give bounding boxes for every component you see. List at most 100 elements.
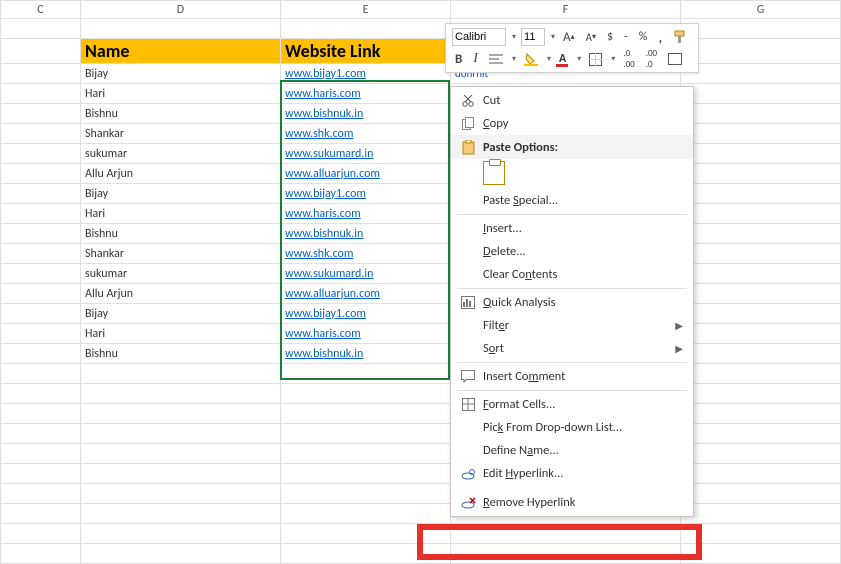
ctx-define-name[interactable]: Define Name... (451, 439, 693, 462)
cell-link[interactable]: www.shk.com (281, 244, 451, 264)
cell-link[interactable]: www.alluarjun.com (281, 284, 451, 304)
size-dropdown-icon[interactable]: ▾ (551, 32, 555, 42)
col-header-g[interactable]: G (681, 1, 841, 19)
table-row[interactable]: Bijaywww.bijay1.comdonrhit (1, 64, 841, 84)
borders-button[interactable] (586, 50, 605, 68)
spreadsheet-grid[interactable]: C D E F G NameWebsite LinkBijaywww.bijay… (0, 0, 841, 564)
cell-name[interactable]: Bijay (81, 184, 281, 204)
font-color-button[interactable]: A (556, 50, 571, 68)
table-row[interactable]: Hariwww.haris.com (1, 324, 841, 344)
table-row[interactable]: Bijaywww.bijay1.com (1, 184, 841, 204)
font-select[interactable] (452, 28, 506, 46)
table-row[interactable]: Bishnuwww.bishnuk.in (1, 104, 841, 124)
column-headers[interactable]: C D E F G (1, 1, 841, 19)
ctx-sort[interactable]: Sort ▶ (451, 337, 693, 360)
cell-name[interactable]: Bijay (81, 304, 281, 324)
cell-link[interactable]: www.sukumard.in (281, 144, 451, 164)
percent-button[interactable]: % (636, 28, 651, 46)
ctx-format-cells[interactable]: Format Cells... (451, 393, 693, 416)
cell-link[interactable]: www.haris.com (281, 84, 451, 104)
ctx-remove-hyperlink[interactable]: Remove Hyperlink (451, 491, 693, 514)
ctx-delete[interactable]: Delete... (451, 240, 693, 263)
separator-dash: - (621, 28, 631, 46)
ctx-edit-hyperlink[interactable]: Edit Hyperlink... (451, 462, 693, 485)
ctx-separator (457, 362, 687, 363)
ctx-clear[interactable]: Clear Contents (451, 263, 693, 286)
cell-name[interactable]: Shankar (81, 244, 281, 264)
table-row[interactable]: Bishnuwww.bishnuk.in (1, 224, 841, 244)
table-row[interactable]: Bishnuwww.bishnuk.in (1, 344, 841, 364)
cell-link[interactable]: www.haris.com (281, 204, 451, 224)
table-row[interactable]: Hariwww.haris.com (1, 204, 841, 224)
cell-name[interactable]: Bijay (81, 64, 281, 84)
table-row[interactable]: Allu Arjunwww.alluarjun.com (1, 164, 841, 184)
cell-link[interactable]: www.alluarjun.com (281, 164, 451, 184)
ctx-insert[interactable]: Insert... (451, 217, 693, 240)
decrease-font-button[interactable]: A▾ (583, 28, 599, 46)
ctx-filter[interactable]: Filter ▶ (451, 314, 693, 337)
cell-link[interactable]: www.bijay1.com (281, 64, 451, 84)
header-name[interactable]: Name (81, 39, 281, 64)
cell-link[interactable]: www.bijay1.com (281, 304, 451, 324)
table-row[interactable]: Shankarwww.shk.com (1, 124, 841, 144)
ctx-copy[interactable]: Copy (451, 112, 693, 135)
table-row[interactable]: Shankarwww.shk.com (1, 244, 841, 264)
col-header-d[interactable]: D (81, 1, 281, 19)
ctx-separator (457, 288, 687, 289)
cell-name[interactable]: Bishnu (81, 104, 281, 124)
quick-analysis-icon (457, 296, 479, 309)
ctx-paste-special[interactable]: Paste Special... (451, 189, 693, 212)
cell-link[interactable]: www.shk.com (281, 124, 451, 144)
cell-name[interactable]: Bishnu (81, 344, 281, 364)
font-size-select[interactable] (521, 28, 545, 46)
table-row[interactable]: Allu Arjunwww.alluarjun.com (1, 284, 841, 304)
comma-style-button[interactable]: , (655, 28, 665, 46)
table-row[interactable]: sukumarwww.sukumard.in (1, 264, 841, 284)
remove-link-icon (457, 496, 479, 509)
font-dropdown-icon[interactable]: ▾ (512, 32, 516, 42)
cell-name[interactable]: Hari (81, 324, 281, 344)
ctx-paste-options-label: Paste Options: (479, 140, 683, 155)
accounting-format-button[interactable]: $ (604, 28, 616, 46)
cell-link[interactable]: www.bishnuk.in (281, 104, 451, 124)
bold-button[interactable]: B (452, 50, 465, 68)
cell-name[interactable]: Allu Arjun (81, 164, 281, 184)
format-icon (457, 398, 479, 411)
cell-name[interactable]: sukumar (81, 144, 281, 164)
cell-link[interactable]: www.haris.com (281, 324, 451, 344)
cell-link[interactable]: www.sukumard.in (281, 264, 451, 284)
ctx-paste-options: Paste Options: (451, 135, 693, 159)
col-header-e[interactable]: E (281, 1, 451, 19)
format-painter-button[interactable] (670, 28, 692, 46)
col-header-c[interactable]: C (1, 1, 81, 19)
table-row[interactable]: Hariwww.haris.com (1, 84, 841, 104)
paste-default-button[interactable] (483, 161, 505, 185)
increase-decimal-button[interactable]: .0.00 (620, 50, 637, 68)
ctx-insert-comment[interactable]: Insert Comment (451, 365, 693, 388)
ctx-pick-list[interactable]: Pick From Drop-down List... (451, 416, 693, 439)
table-row[interactable]: Bijaywww.bijay1.com (1, 304, 841, 324)
italic-button[interactable]: I (470, 50, 481, 68)
cell-link[interactable]: www.bijay1.com (281, 184, 451, 204)
cell-name[interactable]: Allu Arjun (81, 284, 281, 304)
cell-name[interactable]: Hari (81, 84, 281, 104)
table-row[interactable]: sukumarwww.sukumard.in (1, 144, 841, 164)
decrease-decimal-button[interactable]: .00.0 (643, 50, 660, 68)
submenu-arrow-icon: ▶ (675, 319, 683, 332)
ctx-paste-icons-row (451, 159, 693, 189)
cell-link[interactable]: www.bishnuk.in (281, 224, 451, 244)
cell-name[interactable]: Hari (81, 204, 281, 224)
fill-color-button[interactable] (521, 50, 541, 68)
cell-name[interactable]: Shankar (81, 124, 281, 144)
alignment-button[interactable] (486, 50, 506, 68)
ctx-cut[interactable]: Cut (451, 89, 693, 112)
ctx-cut-label: Cut (483, 93, 500, 108)
cell-link[interactable]: www.bishnuk.in (281, 344, 451, 364)
cell-name[interactable]: Bishnu (81, 224, 281, 244)
col-header-f[interactable]: F (451, 1, 681, 19)
merge-button[interactable] (665, 50, 685, 68)
ctx-quick-analysis[interactable]: Quick Analysis (451, 291, 693, 314)
header-link[interactable]: Website Link (281, 39, 451, 64)
increase-font-button[interactable]: A▴ (560, 28, 578, 46)
cell-name[interactable]: sukumar (81, 264, 281, 284)
